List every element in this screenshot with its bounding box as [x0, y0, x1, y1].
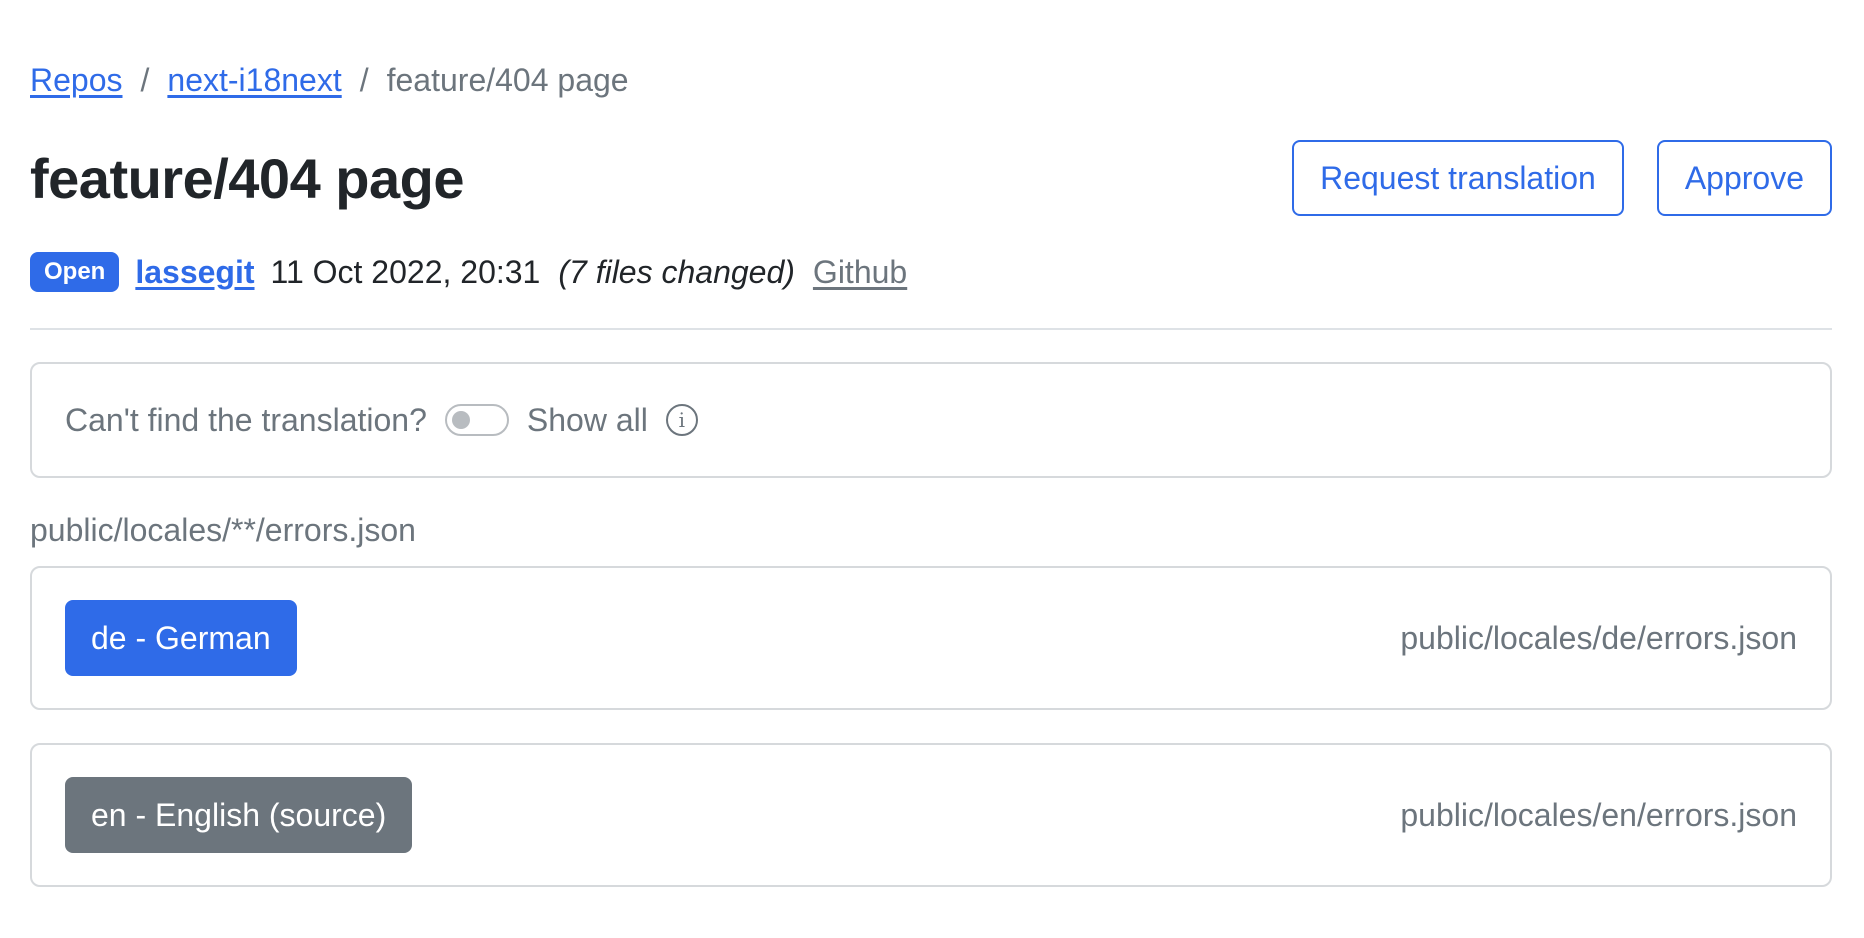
branch-meta: Open lassegit 11 Oct 2022, 20:31 (7 file… [30, 252, 907, 292]
show-all-toggle[interactable] [444, 404, 509, 436]
breadcrumb-current: feature/404 page [386, 62, 629, 98]
timestamp: 11 Oct 2022, 20:31 [270, 253, 541, 290]
locale-button-de[interactable]: de - German [65, 600, 297, 676]
show-all-label: Show all [526, 401, 648, 438]
request-translation-button[interactable]: Request translation [1292, 140, 1624, 216]
filter-card: Can't find the translation? Show all i [30, 362, 1832, 478]
approve-button[interactable]: Approve [1656, 140, 1832, 216]
locale-file-path: public/locales/en/errors.json [1400, 796, 1797, 833]
page-title: feature/404 page [30, 147, 464, 210]
locale-card-en: en - English (source) public/locales/en/… [30, 743, 1832, 887]
info-icon[interactable]: i [665, 404, 698, 436]
filter-label: Can't find the translation? [65, 401, 427, 438]
status-badge: Open [30, 252, 120, 292]
breadcrumb-separator: / [140, 62, 150, 98]
author-link[interactable]: lassegit [135, 254, 254, 291]
locale-button-en[interactable]: en - English (source) [65, 777, 413, 853]
breadcrumb-repo-link[interactable]: next-i18next [167, 62, 341, 99]
locale-card-de: de - German public/locales/de/errors.jso… [30, 566, 1832, 710]
header-actions: Request translation Approve [1292, 140, 1832, 216]
file-pattern-heading: public/locales/**/errors.json [30, 512, 416, 548]
breadcrumb-repos-link[interactable]: Repos [30, 62, 123, 99]
files-changed-count: (7 files changed) [558, 253, 795, 290]
locale-file-path: public/locales/de/errors.json [1400, 619, 1797, 656]
breadcrumb: Repos / next-i18next / feature/404 page [30, 62, 629, 99]
divider [30, 328, 1832, 330]
page: Repos / next-i18next / feature/404 page … [0, 0, 1864, 938]
breadcrumb-separator: / [359, 62, 369, 98]
github-link[interactable]: Github [813, 254, 907, 291]
